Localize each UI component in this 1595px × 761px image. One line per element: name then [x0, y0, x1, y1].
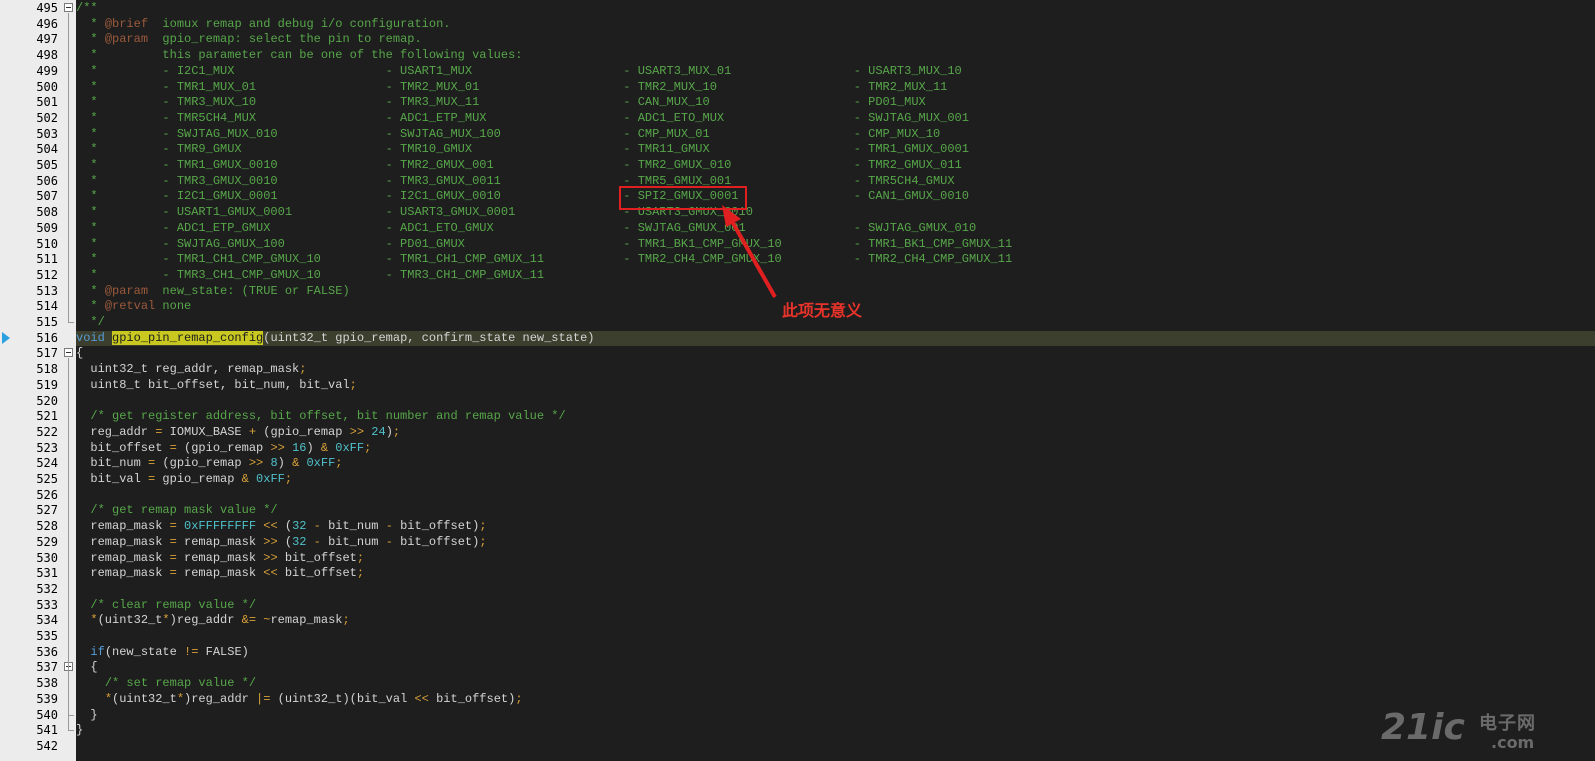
fold-guide: [68, 13, 69, 322]
watermark-domain: .com: [1491, 733, 1535, 752]
fold-end: [68, 322, 74, 323]
fold-guide: [68, 358, 69, 731]
annotation-arrow-icon: [722, 205, 777, 298]
watermark-brand: 21ic: [1381, 707, 1465, 748]
fold-end: [68, 730, 74, 732]
annotation-label: 此项无意义: [782, 301, 863, 320]
code-editor[interactable]: 495 496 497 498 499 500 501 502 503 504 505 506 507 5…: [0, 0, 1595, 761]
watermark-logo: 21ic 电子网 .com: [1381, 707, 1581, 757]
fold-toggle-icon[interactable]: [64, 3, 73, 12]
watermark-cn: 电子网: [1479, 713, 1536, 734]
fold-toggle-icon[interactable]: [64, 348, 73, 358]
execution-pointer-icon: [2, 331, 10, 344]
arrow-head: [722, 205, 741, 227]
arrow-shaft: [727, 215, 777, 298]
